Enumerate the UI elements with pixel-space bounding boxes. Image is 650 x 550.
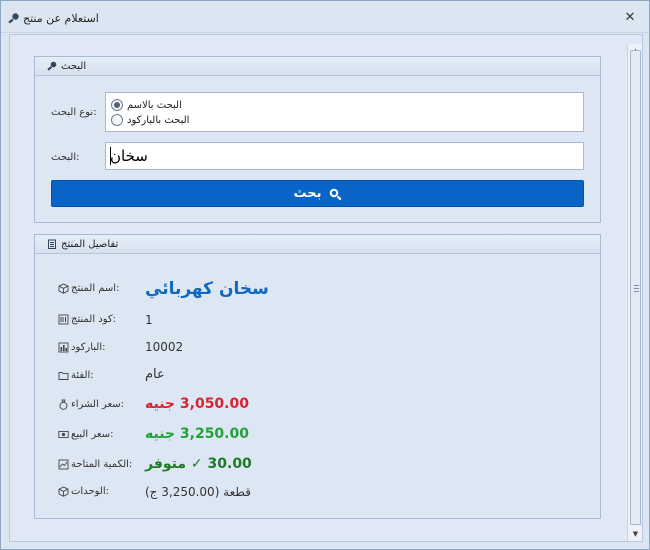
window: استعلام عن منتج ✕ ▲ ▼ البحث :نوع البحث ا… (0, 0, 650, 550)
purchase-price-label: :سعر الشراء (71, 399, 125, 410)
category-value: عام (145, 367, 165, 382)
vertical-scrollbar[interactable]: ▲ ▼ (627, 44, 642, 541)
units-value: قطعة (3,250.00 ج) (145, 485, 251, 499)
radio-label-barcode: البحث بالباركود (127, 114, 190, 126)
cash-icon (58, 431, 69, 438)
search-key-icon (47, 61, 57, 71)
search-type-radio-group: البحث بالاسم البحث بالباركود (105, 92, 584, 132)
money-bag-icon (59, 399, 68, 410)
details-group-header: تفاصيل المنتج (35, 235, 600, 254)
search-tool-icon (8, 13, 19, 24)
available-quantity-label: :الكمية المتاحة (71, 459, 133, 470)
product-code-value: 1 (145, 313, 153, 327)
available-quantity-value: 30.00 ✓ متوفر (145, 456, 252, 472)
details-group: تفاصيل المنتج (34, 234, 601, 519)
search-type-label: :نوع البحث (51, 107, 97, 118)
search-group-header: البحث (35, 57, 600, 76)
sale-price-value: 3,250.00 جنيه (145, 426, 249, 442)
barcode-icon (58, 314, 69, 325)
chart-icon (58, 342, 69, 353)
product-name-label: :اسم المنتج (71, 283, 120, 294)
stock-chart-icon (58, 459, 69, 470)
cube-icon (58, 283, 69, 294)
units-label: :الوحدات (71, 486, 109, 497)
barcode-label: :الباركود (71, 342, 106, 353)
search-button[interactable]: بحث (51, 180, 584, 207)
search-group-title: البحث (61, 61, 87, 72)
scroll-down-arrow[interactable]: ▼ (628, 527, 643, 541)
window-title: استعلام عن منتج (23, 12, 99, 25)
product-name-value: سخان كهربائي (145, 279, 269, 299)
radio-search-by-barcode[interactable]: البحث بالباركود (111, 113, 189, 127)
scroll-grip-icon (634, 285, 639, 292)
barcode-value: 10002 (145, 340, 184, 354)
product-code-label: :كود المنتج (71, 314, 117, 325)
sale-price-label: :سعر البيع (71, 429, 114, 440)
radio-label-name: البحث بالاسم (127, 99, 182, 111)
folder-icon (58, 372, 69, 380)
scroll-thumb[interactable] (630, 50, 641, 525)
radio-button-checked[interactable] (111, 99, 123, 111)
radio-search-by-name[interactable]: البحث بالاسم (111, 98, 182, 112)
search-icon (329, 188, 341, 200)
box-icon (58, 486, 69, 497)
search-input[interactable] (105, 142, 584, 170)
search-button-label: بحث (293, 186, 322, 201)
clipboard-icon (48, 239, 56, 249)
category-label: :الفئة (71, 370, 94, 381)
search-field-label: :البحث (51, 152, 80, 163)
text-caret (110, 147, 111, 165)
details-group-title: تفاصيل المنتج (61, 239, 119, 250)
radio-button-unchecked[interactable] (111, 114, 123, 126)
close-button[interactable]: ✕ (623, 11, 637, 25)
title-bar: استعلام عن منتج ✕ (1, 1, 649, 33)
purchase-price-value: 3,050.00 جنيه (145, 396, 249, 412)
